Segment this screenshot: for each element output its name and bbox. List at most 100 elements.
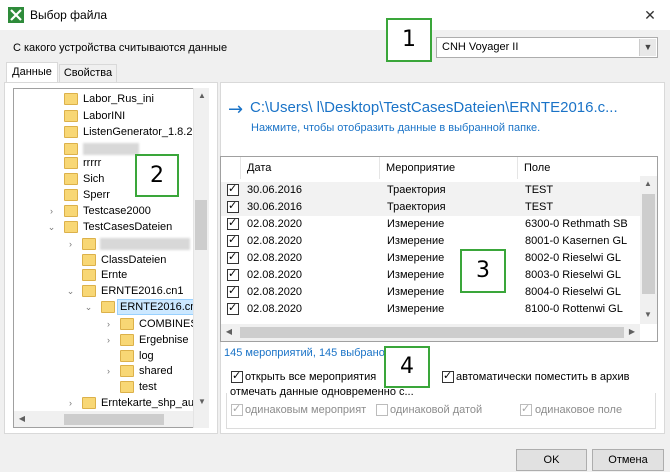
same-event-checkbox[interactable] [231,402,243,416]
path-hint-link[interactable]: Нажмите, чтобы отобразить данные в выбра… [251,122,540,134]
scrollbar-thumb[interactable] [642,194,655,294]
app-icon [8,7,24,23]
folder-icon [82,238,96,250]
scroll-up-icon[interactable]: ▲ [640,176,656,192]
folder-path[interactable]: C:\Users\ l\Desktop\TestCasesDateien\ERN… [250,99,618,116]
redacted-label [100,238,190,250]
scrollbar-thumb[interactable] [195,200,207,250]
chevron-down-icon[interactable]: ▼ [639,39,656,56]
tree-item-selected[interactable]: ⌄ ERNTE2016.cn [14,299,208,315]
tree-horizontal-scrollbar[interactable]: ◀ [14,411,194,427]
table-row[interactable]: 02.08.2020Измерение8003-0 Rieselwi GL [221,267,640,284]
scroll-right-icon[interactable]: ▶ [624,324,640,340]
tree-item[interactable]: ListenGenerator_1.8.2 [14,124,194,140]
same-date-checkbox[interactable] [376,404,388,416]
tree-item[interactable]: log [14,348,194,364]
scroll-left-icon[interactable]: ◀ [221,324,237,340]
cell-event: Траектория [387,201,446,213]
tree-item[interactable]: › Testcase2000 [14,203,194,219]
table-row[interactable]: 30.06.2016 Траектория TEST [221,182,640,199]
table-row[interactable]: 02.08.2020 Измерение 6300-0 Rethmath SB [221,216,640,233]
scroll-down-icon[interactable]: ▼ [194,394,210,410]
tree-item[interactable]: › Ergebnise [14,332,194,348]
cell-field: 8001-0 Kasernen GL [525,235,628,247]
close-icon[interactable]: ✕ [636,4,664,26]
chevron-right-icon[interactable]: › [66,236,75,252]
tree-vertical-scrollbar[interactable]: ▲ ▼ [193,88,209,428]
tree-item[interactable]: › shared [14,363,194,379]
tab-properties[interactable]: Свойства [59,64,117,83]
tree-item[interactable]: › Erntekarte_shp_au [14,395,208,411]
scroll-left-icon[interactable]: ◀ [14,411,30,427]
chevron-right-icon[interactable]: › [104,316,113,332]
tree-item[interactable]: ⌄ ERNTE2016.cn1 [14,283,194,299]
auto-archive-label[interactable]: автоматически поместить в архив [456,371,630,383]
ok-button[interactable]: OK [516,449,587,471]
cell-date: 02.08.2020 [247,235,303,247]
folder-icon [64,93,78,105]
tree-item[interactable]: › [14,236,194,252]
chevron-down-icon[interactable]: ⌄ [84,299,93,315]
folder-icon [64,110,78,122]
tree-item[interactable]: LaborINI [14,108,194,124]
table-row[interactable]: 02.08.2020 Измерение 8100-0 Rottenwi GL [221,301,640,318]
row-checkbox[interactable] [227,301,239,315]
folder-icon [64,189,78,201]
table-row[interactable]: 02.08.2020Измерение8002-0 Rieselwi GL [221,250,640,267]
device-select[interactable]: CNH Voyager II ▼ [436,37,658,58]
tree-item[interactable]: Labor_Rus_ini [14,91,194,107]
folder-icon [64,157,78,169]
open-all-checkbox[interactable] [231,369,243,383]
folder-icon [120,365,134,377]
chevron-down-icon[interactable]: ⌄ [66,283,75,299]
row-checkbox[interactable] [227,267,239,281]
cancel-button[interactable]: Отмена [592,449,664,471]
chevron-right-icon[interactable]: › [47,203,56,219]
tree-item[interactable]: test [14,379,194,395]
cell-field: 6300-0 Rethmath SB [525,218,628,230]
row-checkbox[interactable] [227,233,239,247]
tree-item[interactable]: ⌄ TestCasesDateien [14,219,194,235]
folder-icon [64,205,78,217]
cell-field: TEST [525,184,554,196]
chevron-down-icon[interactable]: ⌄ [47,219,56,235]
scrollbar-thumb[interactable] [240,327,624,338]
row-checkbox[interactable] [227,250,239,264]
open-all-label[interactable]: открыть все мероприятия [245,371,376,383]
chevron-right-icon[interactable]: › [104,332,113,348]
table-row[interactable]: 02.08.2020 Измерение 8001-0 Kasernen GL [221,233,640,250]
tab-data[interactable]: Данные [6,62,58,83]
row-checkbox[interactable] [227,216,239,230]
row-checkbox[interactable] [227,284,239,298]
cell-field: TEST [525,201,554,213]
tree-item[interactable]: › COMBINES [14,316,198,332]
folder-icon [64,173,78,185]
folder-icon [120,318,134,330]
same-event-label: одинаковым мероприят [245,404,367,416]
scrollbar-thumb[interactable] [64,414,164,425]
same-field-checkbox[interactable] [520,402,532,416]
scroll-down-icon[interactable]: ▼ [640,307,656,323]
cell-event: Измерение [387,303,445,315]
cell-field: 8002-0 Rieselwi GL [525,252,621,264]
row-checkbox[interactable] [227,182,239,196]
folder-icon [101,301,115,313]
table-row[interactable]: 02.08.2020Измерение8004-0 Rieselwi GL [221,284,640,301]
cell-field: 8003-0 Rieselwi GL [525,269,621,281]
chevron-right-icon[interactable]: › [66,395,75,411]
row-checkbox[interactable] [227,199,239,213]
chevron-right-icon[interactable]: › [104,363,113,379]
grid-header-check [221,157,241,179]
tree-item[interactable]: ClassDateien [14,252,194,268]
arrow-right-icon: → [228,99,244,120]
folder-icon [120,381,134,393]
column-header-event[interactable]: Мероприятие [380,157,518,179]
column-header-field[interactable]: Поле [518,157,640,179]
auto-archive-checkbox[interactable] [442,369,454,383]
folder-tree[interactable]: Labor_Rus_ini LaborINI ListenGenerator_1… [13,88,209,428]
tree-item[interactable]: Ernte [14,267,194,283]
table-row[interactable]: 30.06.2016 Траектория TEST [221,199,640,216]
scroll-up-icon[interactable]: ▲ [194,88,210,104]
window-title: Выбор файла [30,8,108,22]
column-header-date[interactable]: Дата [241,157,380,179]
